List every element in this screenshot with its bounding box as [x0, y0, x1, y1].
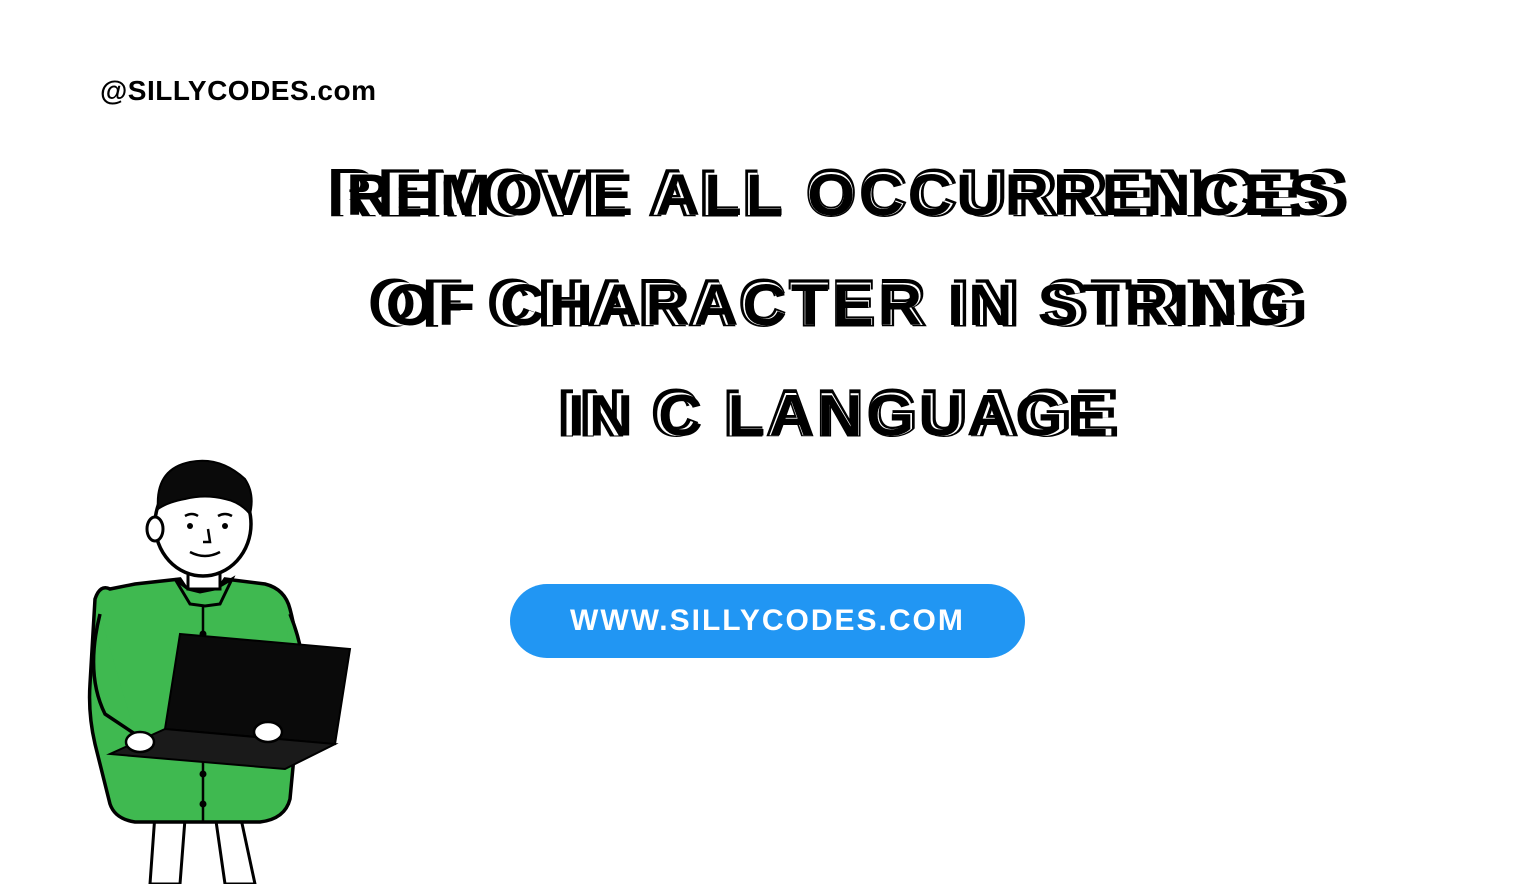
- svg-text:IN C LANGUAGE: IN C LANGUAGE: [568, 383, 1112, 448]
- svg-text:REMOVE ALL OCCURRENCES: REMOVE ALL OCCURRENCES: [346, 163, 1333, 228]
- man-laptop-illustration: [40, 434, 390, 884]
- title-container: REMOVE ALL OCCURRENCES REMOVE ALL OCCURR…: [200, 155, 1476, 490]
- site-handle: @SILLYCODES.com: [100, 75, 377, 107]
- svg-text:OF CHARACTER IN STRING: OF CHARACTER IN STRING: [386, 273, 1294, 338]
- url-pill: WWW.SILLYCODES.COM: [510, 584, 1025, 658]
- title-svg: REMOVE ALL OCCURRENCES REMOVE ALL OCCURR…: [200, 155, 1480, 485]
